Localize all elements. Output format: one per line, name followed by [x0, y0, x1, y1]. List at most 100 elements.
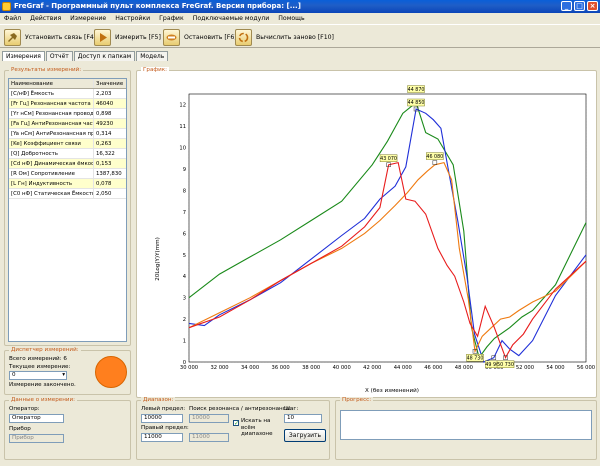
stop-button[interactable]: Остановить [F6] — [163, 27, 237, 47]
search-from-field[interactable]: 10000 — [189, 414, 229, 423]
x-tick-label: 32 000 — [210, 365, 228, 371]
tab-report[interactable]: Отчёт — [45, 51, 73, 61]
menu-file[interactable]: Файл — [4, 13, 21, 24]
load-button[interactable]: Загрузить — [284, 429, 326, 442]
result-value: 16,322 — [96, 151, 115, 157]
table-row[interactable]: [Ya нСм] АнтиРезонансная проводимость0,3… — [9, 129, 126, 139]
y-tick-label: 3 — [183, 296, 186, 302]
result-name: [L Гн] Индуктивность — [9, 179, 94, 188]
recalculate-button[interactable]: Вычислить заново [F10] — [235, 27, 334, 47]
app-icon — [2, 2, 11, 11]
stop-icon — [163, 28, 180, 46]
result-value: 2,203 — [96, 91, 112, 97]
measure-button[interactable]: Измерить [F5] — [94, 27, 161, 47]
connect-button[interactable]: Установить связь [F4] — [4, 27, 96, 47]
dispatcher-title: Диспетчер измерений: — [9, 347, 81, 354]
result-name: [Fa Гц] АнтиРезонансная частота — [11, 119, 94, 128]
step-field[interactable]: 10 — [284, 414, 322, 423]
right-limit-field[interactable]: 11000 — [141, 433, 183, 442]
y-tick-label: 10 — [179, 146, 186, 152]
total-measurements-label: Всего измерений: 6 — [9, 356, 67, 362]
result-value: 1387,830 — [96, 171, 122, 177]
progress-log — [340, 410, 592, 440]
x-axis-label: X (без изменений) — [365, 387, 419, 394]
window-title: FreGraf - Программный пульт комплекса Fr… — [14, 2, 301, 10]
annotation-label: 44 850 — [408, 100, 425, 106]
result-value: 0,314 — [96, 131, 112, 137]
table-row[interactable]: [R Ом] Сопротивление 1387,830 — [9, 169, 126, 179]
minimize-button[interactable]: _ — [561, 1, 572, 11]
status-indicator — [95, 356, 127, 388]
search-in-range-checkbox[interactable]: ✓ — [233, 420, 239, 427]
table-row[interactable]: [Fa Гц] АнтиРезонансная частота49230 — [9, 119, 126, 129]
tab-folder-access[interactable]: Доступ к папкам — [73, 51, 136, 61]
x-tick-label: 52 000 — [516, 365, 534, 371]
table-row[interactable]: [Q] Добротность 16,322 — [9, 149, 126, 159]
operator-field[interactable]: Оператор — [9, 414, 64, 423]
window-controls: _ □ × — [561, 1, 598, 11]
close-button[interactable]: × — [587, 1, 598, 11]
menu-measurement[interactable]: Измерение — [70, 13, 106, 24]
progress-title: Прогресс: — [340, 397, 374, 404]
table-row[interactable]: [Fr Гц] Резонансная частота 46040 — [9, 99, 126, 109]
results-table: Наименование Значение [C/нФ] Ёмкость 2,20… — [8, 78, 127, 342]
result-name: [Ya нСм] АнтиРезонансная проводимость — [9, 129, 94, 138]
result-value: 49230 — [96, 121, 114, 127]
table-row[interactable]: [Yr нСм] Резонансная проводимость0,898 — [9, 109, 126, 119]
chevron-down-icon: ▾ — [62, 372, 65, 378]
annotation-label: 46 080 — [426, 154, 443, 160]
device-label: Прибор — [9, 426, 31, 432]
table-row[interactable]: [Ke] Коэффициент связи 0,263 — [9, 139, 126, 149]
table-row[interactable]: [C/нФ] Ёмкость 2,203 — [9, 89, 126, 99]
maximize-button[interactable]: □ — [574, 1, 585, 11]
tab-measurements[interactable]: Измерения — [2, 51, 45, 61]
result-name: [R Ом] Сопротивление — [9, 169, 94, 178]
recalculate-label: Вычислить заново [F10] — [256, 33, 334, 41]
result-value: 0,078 — [96, 181, 112, 187]
x-tick-label: 38 000 — [302, 365, 320, 371]
result-name: [Ke] Коэффициент связи — [9, 139, 94, 148]
search-in-range-label: Искать на всём диапазоне — [241, 418, 273, 437]
stop-label: Остановить [F6] — [184, 33, 237, 41]
table-row[interactable]: [Cd нФ] Динамическая ёмкость 0,153 — [9, 159, 126, 169]
device-field[interactable]: Прибор — [9, 434, 64, 443]
menu-help[interactable]: Помощь — [278, 13, 304, 24]
menu-plugins[interactable]: Подключаемые модули — [193, 13, 270, 24]
column-header-name[interactable]: Наименование — [9, 79, 94, 88]
current-measurement-select[interactable]: 0 ▾ — [9, 371, 67, 380]
measure-label: Измерить [F5] — [115, 33, 161, 41]
step-label: Шаг: — [284, 406, 299, 412]
play-icon — [94, 28, 111, 46]
line-chart[interactable]: 30 000 32 000 34 000 36 000 38 000 40 000 42 0… — [137, 74, 596, 396]
table-row[interactable]: [C0 нФ] Статическая Ёмкость 2,050 — [9, 189, 126, 199]
connect-label: Установить связь [F4] — [25, 33, 97, 41]
menu-settings[interactable]: Настройки — [115, 13, 150, 24]
column-header-value[interactable]: Значение — [94, 79, 126, 88]
annotation-label: 50 730 — [497, 362, 514, 368]
x-tick-label: 34 000 — [241, 365, 259, 371]
menu-actions[interactable]: Действия — [30, 13, 61, 24]
y-tick-label: 4 — [183, 274, 187, 280]
search-range-label: Поиск резонанса / антирезонанса: — [189, 406, 292, 412]
annotation-label: 43 070 — [380, 156, 397, 162]
current-measurement-label: Текущее измерение: — [9, 364, 71, 370]
search-to-field[interactable]: 11000 — [189, 433, 229, 442]
y-tick-label: 2 — [183, 317, 186, 323]
result-value: 0,898 — [96, 111, 112, 117]
measurement-data-title: Данные о измерении: — [9, 397, 78, 404]
result-name: [Cd нФ] Динамическая ёмкость — [11, 159, 94, 168]
x-tick-label: 36 000 — [272, 365, 290, 371]
left-limit-field[interactable]: 10000 — [141, 414, 183, 423]
tab-strip: Измерения Отчёт Доступ к папкам Модель — [0, 51, 169, 61]
right-limit-label: Правый предел: — [141, 425, 189, 431]
tab-model[interactable]: Модель — [136, 51, 169, 61]
result-name: [Yr нСм] Резонансная проводимость — [11, 109, 94, 118]
table-row[interactable]: [L Гн] Индуктивность 0,078 — [9, 179, 126, 189]
y-tick-label: 6 — [183, 231, 186, 237]
menu-chart[interactable]: График — [159, 13, 184, 24]
result-value: 0,263 — [96, 141, 112, 147]
result-value: 2,050 — [96, 191, 112, 197]
result-value: 46040 — [96, 101, 114, 107]
total-measurements-value: 6 — [63, 356, 67, 362]
annotation-label: 48 730 — [467, 355, 484, 361]
